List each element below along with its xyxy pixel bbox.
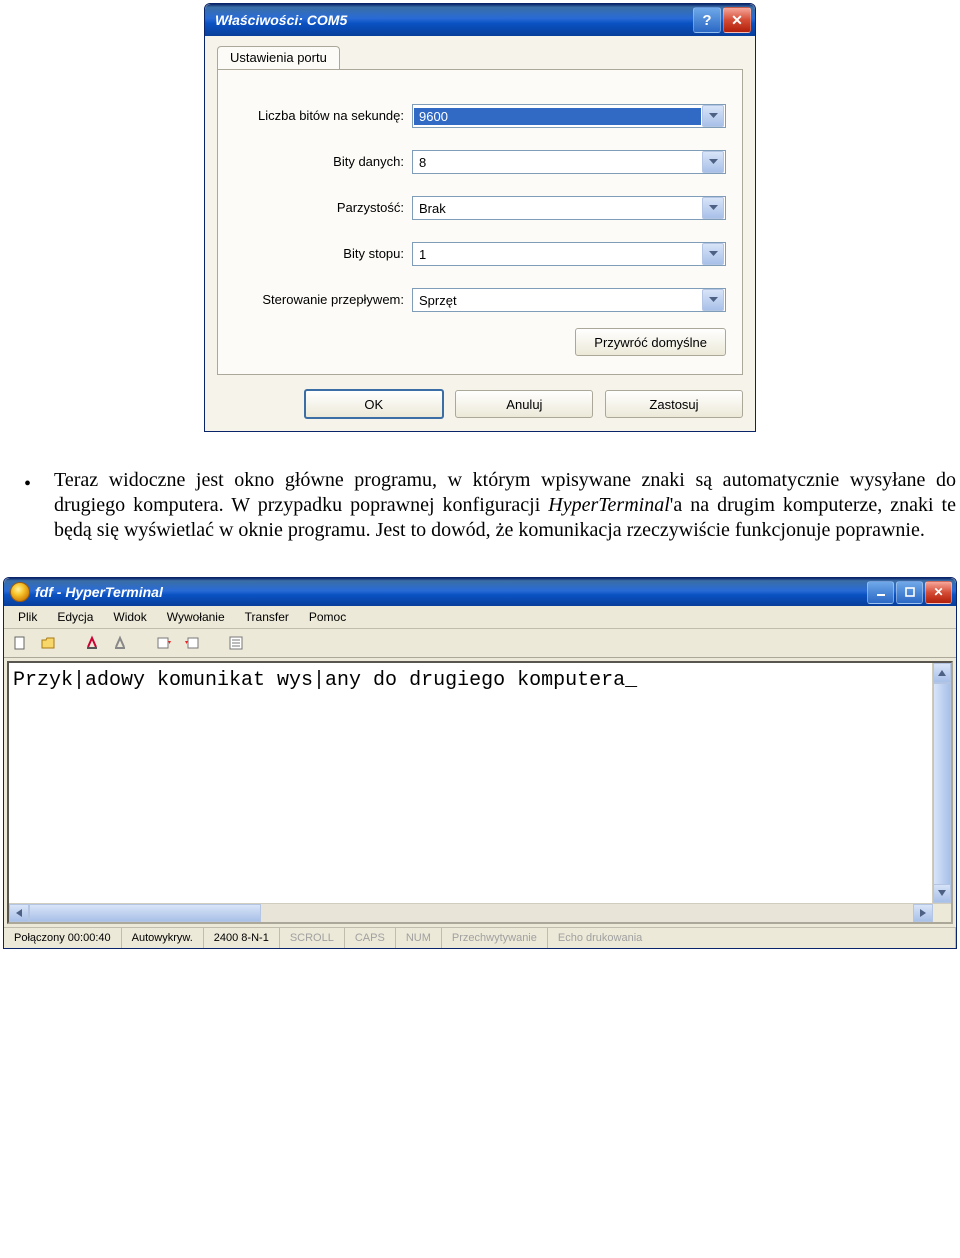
ht-titlebar: fdf - HyperTerminal ✕ <box>4 578 956 606</box>
body-paragraph: • Teraz widoczne jest okno główne progra… <box>0 468 960 543</box>
minimize-icon <box>876 587 886 597</box>
scroll-left-icon[interactable] <box>9 904 29 922</box>
status-bar: Połączony 00:00:40 Autowykryw. 2400 8-N-… <box>4 927 956 948</box>
open-icon[interactable] <box>37 632 59 654</box>
stopbits-label: Bity stopu: <box>234 247 412 262</box>
menu-help[interactable]: Pomoc <box>299 608 356 626</box>
dialog-title: Właściwości: COM5 <box>215 12 691 28</box>
toolbar <box>4 629 956 658</box>
flow-label: Sterowanie przepływem: <box>234 293 412 308</box>
status-proto: 2400 8-N-1 <box>204 928 280 948</box>
parity-label: Parzystość: <box>234 201 412 216</box>
bullet-icon: • <box>24 472 31 497</box>
flow-value: Sprzęt <box>413 293 702 308</box>
scroll-thumb[interactable] <box>933 683 951 885</box>
app-icon <box>10 582 30 602</box>
scroll-up-icon[interactable] <box>933 663 951 683</box>
terminal-frame: Przyk|adowy komunikat wys|any do drugieg… <box>7 661 953 924</box>
chevron-down-icon <box>702 105 724 127</box>
close-icon: ✕ <box>933 585 943 599</box>
flow-combo[interactable]: Sprzęt <box>412 288 726 312</box>
question-icon: ? <box>702 12 711 29</box>
chevron-down-icon <box>702 151 724 173</box>
maximize-button[interactable] <box>896 581 923 604</box>
scroll-thumb[interactable] <box>29 904 261 922</box>
send-icon[interactable] <box>153 632 175 654</box>
connect-icon[interactable] <box>81 632 103 654</box>
baud-value: 9600 <box>414 108 701 125</box>
menu-call[interactable]: Wywołanie <box>157 608 235 626</box>
baud-label: Liczba bitów na sekundę: <box>234 109 412 124</box>
parity-value: Brak <box>413 201 702 216</box>
disconnect-icon[interactable] <box>109 632 131 654</box>
status-echo: Echo drukowania <box>548 928 956 948</box>
ok-button[interactable]: OK <box>304 389 444 419</box>
scroll-corner <box>933 904 951 922</box>
properties-dialog: Właściwości: COM5 ? ✕ Ustawienia portu L… <box>204 3 756 432</box>
chevron-down-icon <box>702 243 724 265</box>
apply-button[interactable]: Zastosuj <box>605 390 743 418</box>
databits-combo[interactable]: 8 <box>412 150 726 174</box>
baud-combo[interactable]: 9600 <box>412 104 726 128</box>
menu-bar: Plik Edycja Widok Wywołanie Transfer Pom… <box>4 606 956 629</box>
minimize-button[interactable] <box>867 581 894 604</box>
close-button[interactable]: ✕ <box>723 7 751 33</box>
cancel-button[interactable]: Anuluj <box>455 390 593 418</box>
dialog-titlebar: Właściwości: COM5 ? ✕ <box>205 4 755 36</box>
menu-edit[interactable]: Edycja <box>47 608 103 626</box>
hyperterminal-window: fdf - HyperTerminal ✕ Plik Edycja Widok … <box>3 577 957 949</box>
ht-title: fdf - HyperTerminal <box>35 584 865 600</box>
status-capture: Przechwytywanie <box>442 928 548 948</box>
vertical-scrollbar[interactable] <box>932 663 951 903</box>
receive-icon[interactable] <box>181 632 203 654</box>
scroll-down-icon[interactable] <box>933 883 951 903</box>
status-caps: CAPS <box>345 928 396 948</box>
close-icon: ✕ <box>731 12 743 29</box>
maximize-icon <box>905 587 915 597</box>
menu-view[interactable]: Widok <box>103 608 156 626</box>
tab-port-settings[interactable]: Ustawienia portu <box>217 46 340 69</box>
menu-file[interactable]: Plik <box>8 608 47 626</box>
status-auto: Autowykryw. <box>122 928 204 948</box>
properties-icon[interactable] <box>225 632 247 654</box>
horizontal-scrollbar[interactable] <box>9 903 951 922</box>
terminal-text[interactable]: Przyk|adowy komunikat wys|any do drugieg… <box>9 663 932 903</box>
databits-label: Bity danych: <box>234 155 412 170</box>
close-button[interactable]: ✕ <box>925 581 952 604</box>
databits-value: 8 <box>413 155 702 170</box>
restore-defaults-button[interactable]: Przywróć domyślne <box>575 328 726 356</box>
status-scroll: SCROLL <box>280 928 345 948</box>
stopbits-combo[interactable]: 1 <box>412 242 726 266</box>
status-connection: Połączony 00:00:40 <box>4 928 122 948</box>
new-icon[interactable] <box>9 632 31 654</box>
chevron-down-icon <box>702 289 724 311</box>
scroll-right-icon[interactable] <box>913 904 933 922</box>
parity-combo[interactable]: Brak <box>412 196 726 220</box>
menu-transfer[interactable]: Transfer <box>235 608 299 626</box>
help-button[interactable]: ? <box>693 7 721 33</box>
chevron-down-icon <box>702 197 724 219</box>
paragraph-italic: HyperTerminal <box>548 494 669 516</box>
stopbits-value: 1 <box>413 247 702 262</box>
tab-page: Liczba bitów na sekundę: 9600 Bity danyc… <box>217 69 743 375</box>
status-num: NUM <box>396 928 442 948</box>
